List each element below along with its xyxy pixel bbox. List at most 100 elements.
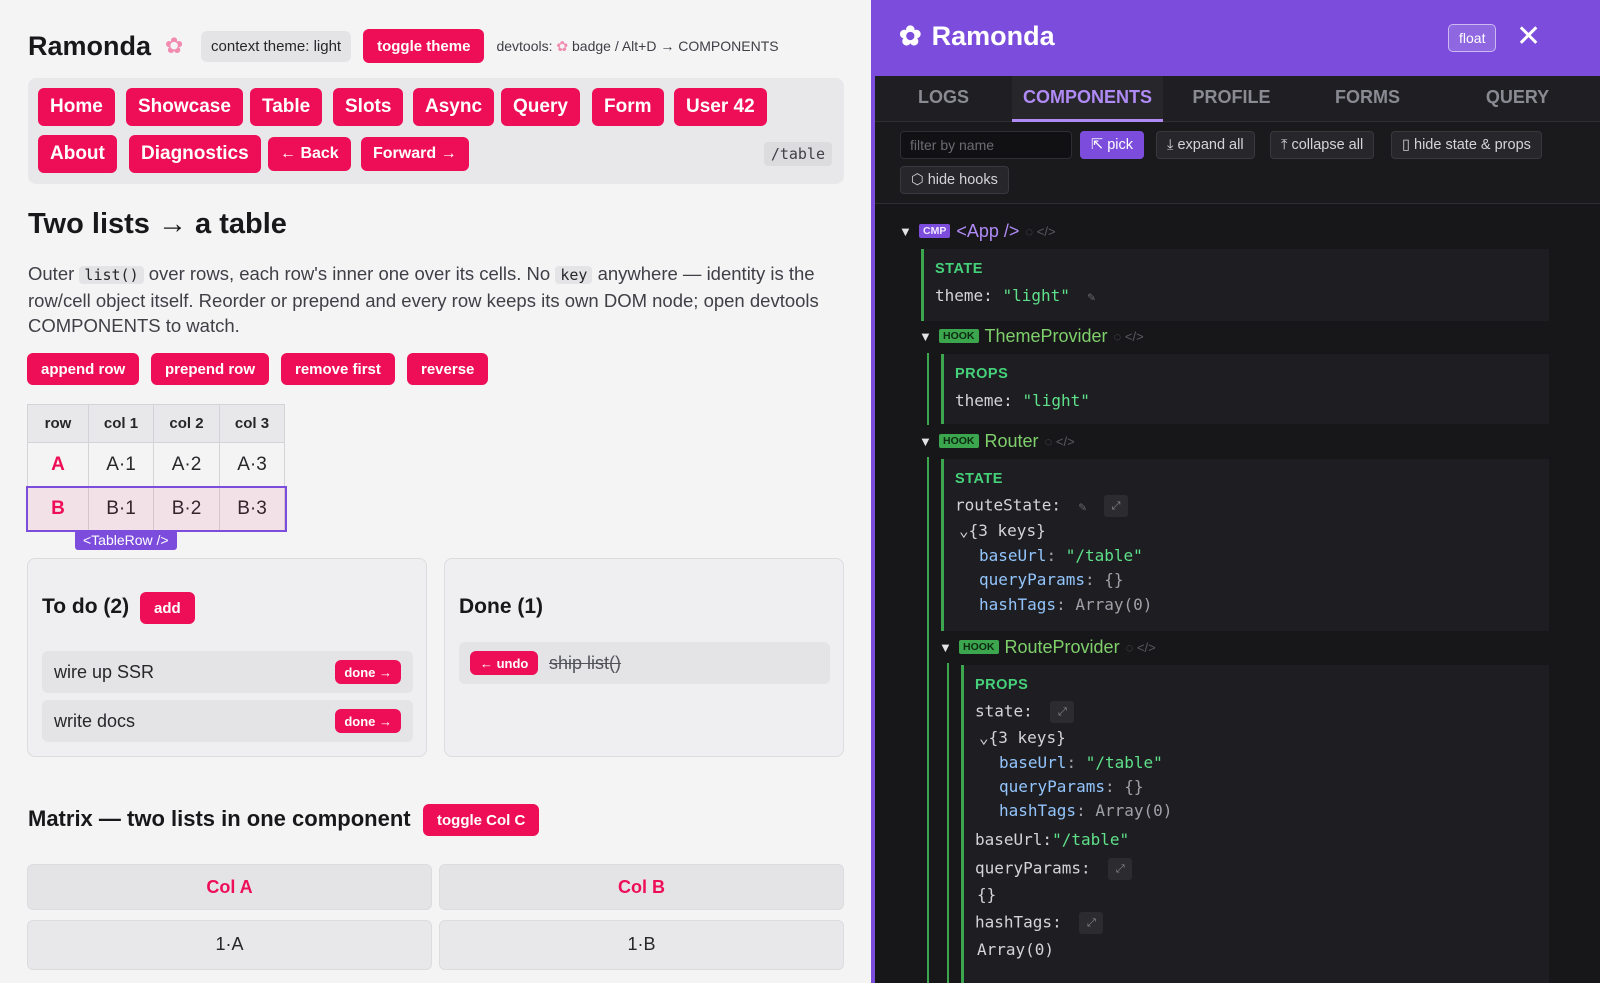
collapse-all-button[interactable]: ⤒ collapse all — [1270, 131, 1375, 159]
tree-node-themeprovider[interactable]: ▼ HOOK ThemeProvider ◌ </> — [919, 324, 1144, 348]
source-icons[interactable]: ◌ </> — [1114, 329, 1144, 344]
expand-icon[interactable]: ⤢ — [1079, 912, 1104, 934]
tab-query[interactable]: QUERY — [1435, 76, 1600, 122]
table-header: col 1 — [88, 404, 154, 443]
node-name: RouteProvider — [1004, 636, 1120, 657]
hide-state-props-button[interactable]: ▯ hide state & props — [1391, 131, 1542, 159]
props-value: Array(0) — [977, 940, 1055, 959]
done-item-text: ship list() — [549, 653, 622, 673]
tree-node-routeprovider[interactable]: ▼ HOOK RouteProvider ◌ </> — [939, 635, 1156, 659]
nav-about[interactable]: About — [38, 135, 117, 173]
tree-node-router[interactable]: ▼ HOOK Router ◌ </> — [919, 429, 1075, 453]
props-entry: theme: "light" — [955, 391, 1090, 410]
add-todo-button[interactable]: add — [140, 592, 195, 624]
append-row-button[interactable]: append row — [27, 353, 140, 385]
pick-button[interactable]: ⇱ pick — [1080, 131, 1144, 159]
state-label: STATE — [955, 471, 1003, 487]
cmp-badge: CMP — [919, 224, 951, 238]
expand-icon[interactable]: ⤢ — [1104, 495, 1129, 517]
mini-flower-icon: ✿ — [556, 37, 569, 54]
source-icons[interactable]: ◌ </> — [1045, 434, 1075, 449]
keys-count: {3 keys} — [988, 728, 1066, 747]
tab-forms[interactable]: FORMS — [1300, 76, 1435, 122]
props-value: "/table" — [1052, 830, 1130, 849]
props-entry: queryParams: ⤢ — [975, 858, 1133, 880]
done-button[interactable]: done → — [335, 660, 401, 684]
nav-async[interactable]: Async — [413, 88, 495, 126]
pointer-icon: ⇱ — [1091, 137, 1108, 153]
nested-entry: baseUrl: "/table" — [999, 753, 1163, 772]
caret-down-icon[interactable]: ▼ — [899, 224, 919, 239]
source-icons[interactable]: ◌ </> — [1025, 224, 1055, 239]
hook-badge: HOOK — [939, 329, 979, 343]
props-label: PROPS — [955, 366, 1009, 382]
tab-components[interactable]: COMPONENTS — [1012, 76, 1163, 122]
toggle-theme-button[interactable]: toggle theme — [363, 29, 485, 63]
context-theme-pill: context theme: light — [201, 30, 352, 62]
tree-node-app[interactable]: ▼ CMP <App /> ◌ </> — [899, 219, 1056, 243]
props-entry: hashTags: ⤢ — [975, 912, 1104, 934]
desc-part-2: over rows, each row's inner one over its… — [148, 263, 551, 284]
nav-table[interactable]: Table — [250, 88, 323, 126]
table-cell: A·2 — [153, 442, 220, 487]
expand-icon[interactable]: ⤢ — [1050, 701, 1075, 723]
nested-key: queryParams — [979, 570, 1085, 589]
state-key: routeState: — [955, 495, 1061, 515]
hide-hooks-button[interactable]: ⬡ hide hooks — [900, 166, 1009, 194]
toggle-col-c-button[interactable]: toggle Col C — [423, 804, 540, 836]
nav-forward-button[interactable]: Forward → — [361, 137, 469, 171]
float-button[interactable]: float — [1448, 24, 1497, 52]
hook-icon: ⬡ — [911, 172, 928, 188]
object-summary[interactable]: ⌄{3 keys} — [959, 521, 1046, 540]
filter-input[interactable] — [900, 131, 1072, 159]
flower-icon[interactable]: ✿ — [161, 33, 187, 59]
hide-hooks-label: hide hooks — [927, 172, 998, 188]
edit-icon[interactable]: ✎ — [1079, 500, 1087, 515]
tab-profile[interactable]: PROFILE — [1163, 76, 1300, 122]
state-entry: theme: "light" ✎ — [935, 286, 1095, 305]
done-card: Done (1) ← undo ship list() — [444, 558, 844, 757]
done-button[interactable]: done → — [335, 709, 401, 733]
flower-icon: ✿ — [899, 21, 922, 51]
source-icons[interactable]: ◌ </> — [1126, 640, 1156, 655]
caret-down-icon[interactable]: ▼ — [919, 434, 939, 449]
section-heading: Two lists → a table — [28, 208, 287, 240]
expand-icon: ⤓ — [1167, 137, 1178, 153]
caret-down-icon[interactable]: ▼ — [939, 640, 959, 655]
hook-badge: HOOK — [959, 640, 999, 654]
nav-diagnostics[interactable]: Diagnostics — [129, 135, 261, 173]
nested-entry: queryParams: {} — [999, 777, 1144, 796]
nav-user-42[interactable]: User 42 — [674, 88, 767, 126]
undo-button[interactable]: ← undo — [470, 651, 539, 675]
nav-slots[interactable]: Slots — [333, 88, 404, 126]
table-cell: A — [27, 442, 89, 487]
tab-logs[interactable]: LOGS — [875, 76, 1012, 122]
edit-icon[interactable]: ✎ — [1088, 290, 1096, 305]
nav-showcase[interactable]: Showcase — [126, 88, 243, 126]
expand-all-button[interactable]: ⤓ expand all — [1156, 131, 1255, 159]
remove-first-button[interactable]: remove first — [281, 353, 395, 385]
devtools-header: ✿ Ramonda float ✕ — [875, 0, 1600, 76]
expand-icon[interactable]: ⤢ — [1108, 858, 1133, 880]
nav-home[interactable]: Home — [38, 88, 115, 126]
component-tree: ▼ CMP <App /> ◌ </> STATE theme: "light"… — [875, 205, 1600, 983]
reverse-button[interactable]: reverse — [407, 353, 489, 385]
todo-title: To do (2) — [42, 595, 130, 618]
prepend-row-button[interactable]: prepend row — [151, 353, 270, 385]
devtools-panel: ✿ Ramonda float ✕ LOGS COMPONENTS PROFILE… — [871, 0, 1600, 983]
chevron-down-icon: ⌄ — [959, 521, 969, 540]
nested-entry: hashTags: Array(0) — [999, 801, 1173, 820]
close-icon[interactable]: ✕ — [1516, 19, 1541, 54]
nav-back-button[interactable]: ← Back — [268, 137, 351, 171]
collapse-icon: ⤒ — [1281, 137, 1292, 153]
app-state-section: STATE theme: "light" ✎ — [921, 249, 1549, 321]
nav-form[interactable]: Form — [592, 88, 664, 126]
state-value: "light" — [1002, 286, 1070, 305]
object-summary[interactable]: ⌄{3 keys} — [979, 728, 1066, 747]
props-entry: baseUrl:"/table" — [975, 830, 1129, 849]
app-brand: Ramonda — [28, 30, 152, 61]
list-item: write docs done → — [42, 700, 413, 742]
nav-query[interactable]: Query — [501, 88, 580, 126]
caret-down-icon[interactable]: ▼ — [919, 329, 939, 344]
nested-entry: baseUrl: "/table" — [979, 546, 1143, 565]
